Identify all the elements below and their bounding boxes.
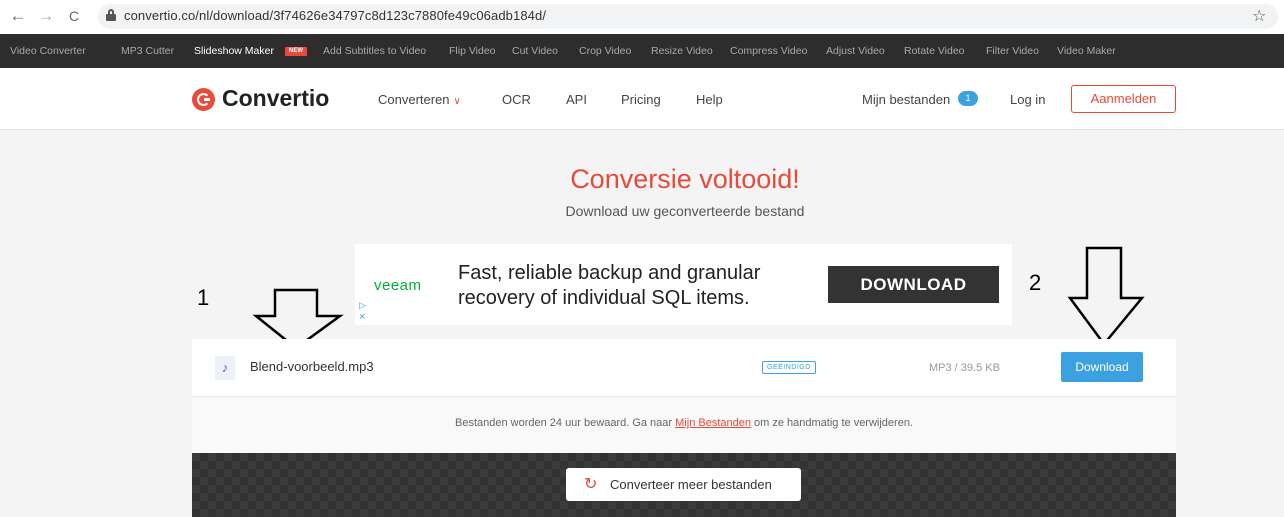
tool-link-crop-video[interactable]: Crop Video (579, 45, 631, 57)
site-header: Convertio Converteren ∨ OCR API Pricing H… (0, 68, 1284, 130)
tools-nav-bar: Video Converter MP3 Cutter Slideshow Mak… (0, 34, 1284, 68)
menu-api[interactable]: API (566, 92, 587, 107)
tool-link-flip-video[interactable]: Flip Video (449, 45, 496, 57)
ad-download-button[interactable]: DOWNLOAD (828, 266, 999, 303)
new-badge: NEW (285, 47, 307, 56)
annotation-label-2: 2 (1029, 270, 1042, 295)
tool-link-video-maker[interactable]: Video Maker (1057, 45, 1116, 57)
menu-converteren-label: Converteren (378, 92, 450, 107)
convert-more-label: Converteer meer bestanden (610, 477, 772, 492)
retention-note-suffix: om ze handmatig te verwijderen. (750, 417, 913, 429)
menu-pricing[interactable]: Pricing (621, 92, 661, 107)
veeam-logo: veeam (374, 277, 422, 294)
page-title: Conversie voltooid! (570, 164, 800, 194)
tool-link-add-subtitles[interactable]: Add Subtitles to Video (323, 45, 426, 57)
login-link[interactable]: Log in (1010, 92, 1045, 107)
back-arrow-icon[interactable]: ← (8, 5, 28, 27)
url-text[interactable]: convertio.co/nl/download/3f74626e34797c8… (124, 8, 546, 23)
retention-note-row: Bestanden worden 24 uur bewaard. Ga naar… (192, 397, 1176, 453)
menu-ocr[interactable]: OCR (502, 92, 531, 107)
bookmark-star-icon[interactable]: ☆ (1252, 6, 1266, 26)
menu-help[interactable]: Help (696, 92, 723, 107)
convert-more-button[interactable]: ↻ Converteer meer bestanden (566, 468, 801, 501)
advertisement-banner[interactable]: veeam Fast, reliable backup and granular… (355, 244, 1012, 325)
music-note-icon: ♪ (215, 356, 235, 380)
menu-converteren[interactable]: Converteren ∨ (378, 92, 461, 107)
converted-file-card: ♪ Blend-voorbeeld.mp3 GEËINDIGD MP3 / 39… (192, 339, 1176, 517)
my-files-inline-link[interactable]: Mijn Bestanden (675, 417, 751, 429)
convertio-logo-icon[interactable] (192, 88, 215, 111)
tool-link-filter-video[interactable]: Filter Video (986, 45, 1039, 57)
status-badge: GEËINDIGD (762, 361, 816, 374)
tool-link-adjust-video[interactable]: Adjust Video (826, 45, 885, 57)
tool-link-resize-video[interactable]: Resize Video (651, 45, 713, 57)
file-name: Blend-voorbeeld.mp3 (250, 359, 374, 374)
tool-link-slideshow-maker[interactable]: Slideshow Maker (194, 45, 274, 57)
retention-note-prefix: Bestanden worden 24 uur bewaard. Ga naar (454, 417, 676, 429)
download-button[interactable]: Download (1061, 352, 1143, 382)
ad-text: Fast, reliable backup and granular recov… (458, 261, 760, 311)
ad-line-1: Fast, reliable backup and granular (458, 262, 761, 284)
file-row: ♪ Blend-voorbeeld.mp3 GEËINDIGD MP3 / 39… (192, 339, 1176, 397)
ad-line-2: recovery of individual SQL items. (458, 287, 750, 309)
reload-icon[interactable]: C (64, 5, 84, 27)
my-files-count-badge: 1 (958, 91, 978, 106)
signup-button[interactable]: Aanmelden (1071, 85, 1176, 113)
browser-toolbar: ← → C convertio.co/nl/download/3f74626e3… (0, 0, 1284, 34)
logo-text[interactable]: Convertio (222, 85, 329, 112)
tool-link-compress-video[interactable]: Compress Video (730, 45, 807, 57)
page-subtitle: Download uw geconverteerde bestand (565, 203, 805, 219)
annotation-label-1: 1 (197, 285, 210, 310)
annotation-arrow-down-icon-2 (1067, 246, 1145, 347)
refresh-icon: ↻ (584, 476, 598, 493)
convert-more-row: ↻ Converteer meer bestanden (192, 453, 1176, 517)
tool-link-video-converter[interactable]: Video Converter (10, 45, 86, 57)
my-files-link[interactable]: Mijn bestanden (862, 92, 950, 107)
tool-link-cut-video[interactable]: Cut Video (512, 45, 558, 57)
lock-icon (106, 9, 116, 21)
tool-link-mp3-cutter[interactable]: MP3 Cutter (121, 45, 174, 57)
ad-close-icon[interactable]: × (359, 311, 365, 323)
forward-arrow-icon[interactable]: → (36, 5, 56, 27)
tool-link-rotate-video[interactable]: Rotate Video (904, 45, 965, 57)
adchoices-icon[interactable]: ▷ (359, 300, 366, 311)
retention-note: Bestanden worden 24 uur bewaard. Ga naar… (192, 417, 1176, 429)
chevron-down-icon: ∨ (453, 96, 461, 107)
file-format-size: MP3 / 39.5 KB (929, 362, 1000, 374)
